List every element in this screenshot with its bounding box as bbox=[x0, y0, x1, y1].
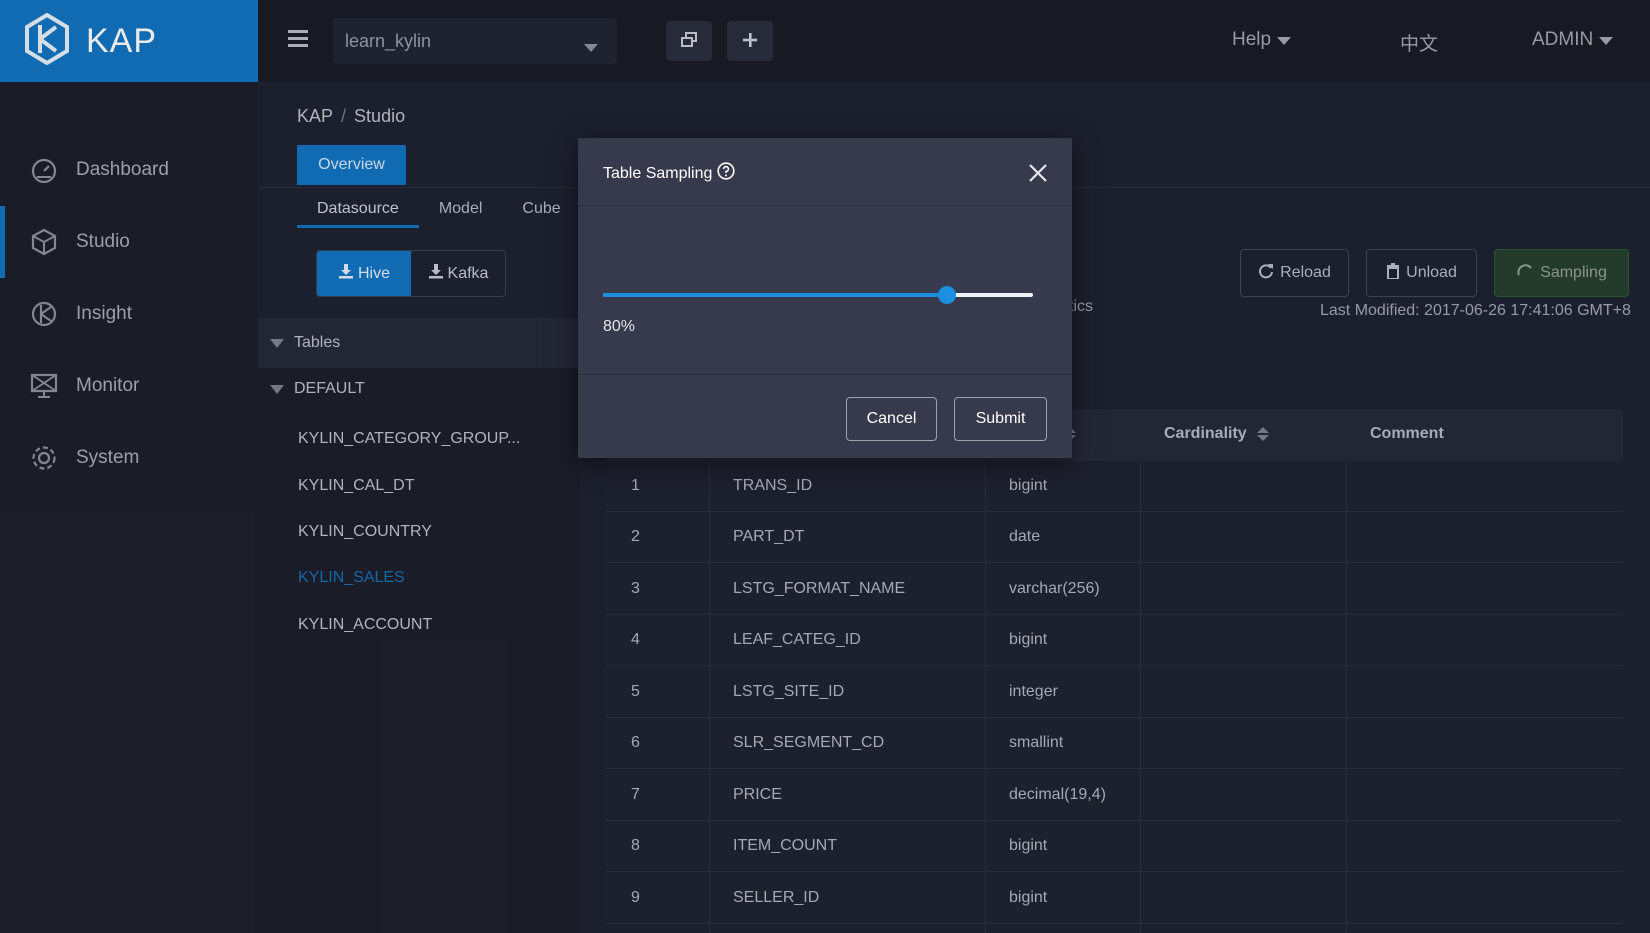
dialog-header: Table Sampling bbox=[578, 138, 1072, 206]
slider-handle[interactable] bbox=[938, 286, 956, 304]
slider-value: 80% bbox=[603, 318, 636, 335]
dialog-title-text: Table Sampling bbox=[603, 164, 713, 182]
cancel-button[interactable]: Cancel bbox=[846, 397, 937, 441]
submit-button[interactable]: Submit bbox=[954, 397, 1047, 441]
question-circle-icon[interactable] bbox=[717, 162, 736, 185]
dialog-title: Table Sampling bbox=[603, 162, 736, 185]
table-sampling-dialog: Table Sampling 80% Cancel Submit bbox=[578, 138, 1072, 458]
sampling-slider[interactable] bbox=[603, 286, 1033, 304]
close-icon[interactable] bbox=[1027, 162, 1049, 184]
slider-fill bbox=[603, 293, 947, 297]
